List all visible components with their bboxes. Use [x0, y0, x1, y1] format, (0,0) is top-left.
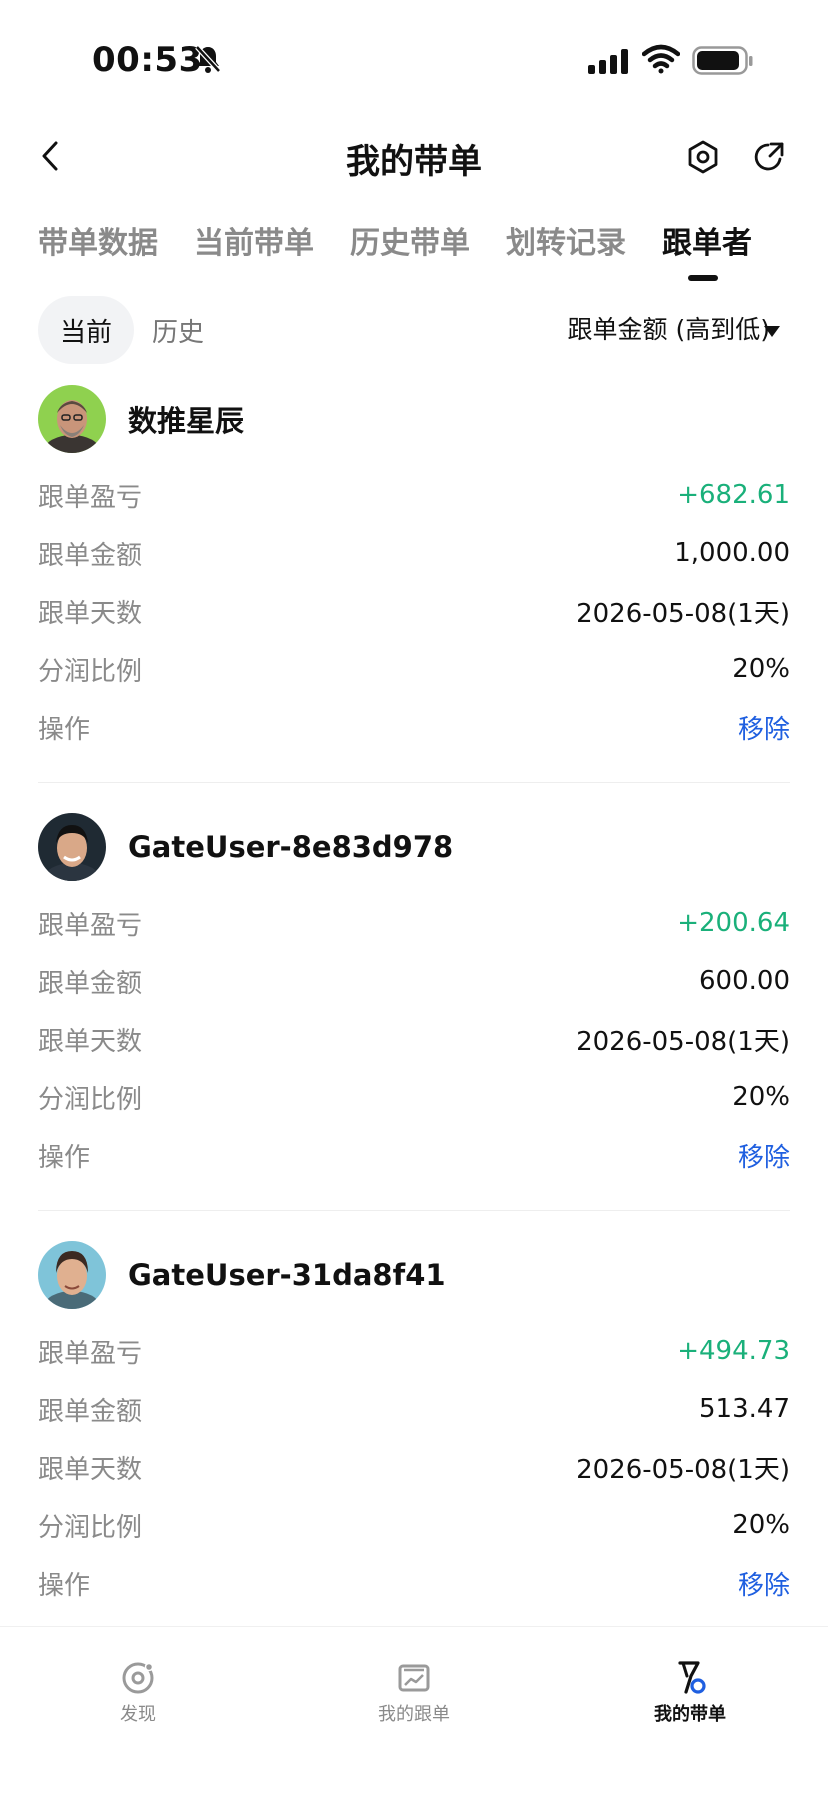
- profit-share-label: 分润比例: [38, 1512, 143, 1543]
- pnl-row: 跟单盈亏 +200.64: [38, 894, 790, 952]
- tab-history-lead[interactable]: 历史带单: [350, 218, 470, 262]
- pnl-row: 跟单盈亏 +494.73: [38, 1322, 790, 1380]
- action-row: 操作 移除: [38, 1126, 790, 1184]
- amount-row: 跟单金额 600.00: [38, 952, 790, 1010]
- pnl-value: +494.73: [677, 1336, 790, 1366]
- follower-card: GateUser-31da8f41 跟单盈亏 +494.73 跟单金额 513.…: [38, 1240, 790, 1612]
- filter-current-button[interactable]: 当前: [38, 296, 134, 364]
- days-label: 跟单天数: [38, 1454, 143, 1485]
- settings-icon[interactable]: [686, 140, 720, 174]
- amount-value: 513.47: [699, 1394, 790, 1424]
- sort-dropdown[interactable]: 跟单金额 (高到低): [568, 310, 770, 346]
- action-label: 操作: [38, 714, 91, 745]
- days-value: 2026-05-08(1天): [576, 1026, 790, 1057]
- filter-history-button[interactable]: 历史: [152, 296, 204, 364]
- profit-share-row: 分润比例 20%: [38, 1068, 790, 1126]
- remove-button[interactable]: 移除: [738, 1137, 790, 1174]
- lead-icon: [678, 1661, 706, 1694]
- amount-row: 跟单金额 513.47: [38, 1380, 790, 1438]
- share-icon[interactable]: [752, 140, 786, 174]
- pnl-value: +682.61: [677, 480, 790, 510]
- card-divider: [38, 1210, 790, 1211]
- cellular-signal-icon: [588, 48, 628, 74]
- nav-my-lead[interactable]: 我的带单: [590, 1660, 790, 1726]
- wifi-icon: [642, 44, 680, 74]
- amount-value: 600.00: [699, 966, 790, 996]
- remove-button[interactable]: 移除: [738, 709, 790, 746]
- pnl-label: 跟单盈亏: [38, 1338, 143, 1369]
- days-label: 跟单天数: [38, 598, 143, 629]
- battery-icon: [692, 46, 753, 75]
- action-label: 操作: [38, 1570, 91, 1601]
- tab-transfer-records[interactable]: 划转记录: [506, 218, 626, 262]
- profit-share-row: 分润比例 20%: [38, 1496, 790, 1554]
- bell-muted-icon: [195, 45, 221, 73]
- days-row: 跟单天数 2026-05-08(1天): [38, 1438, 790, 1496]
- profit-share-label: 分润比例: [38, 656, 143, 687]
- amount-label: 跟单金额: [38, 540, 143, 571]
- follower-name: GateUser-8e83d978: [128, 830, 454, 864]
- pnl-value: +200.64: [677, 908, 790, 938]
- caret-down-icon[interactable]: [764, 326, 780, 337]
- action-label: 操作: [38, 1142, 91, 1173]
- avatar: [38, 1241, 106, 1309]
- profit-share-label: 分润比例: [38, 1084, 143, 1115]
- nav-discover[interactable]: 发现: [38, 1660, 238, 1726]
- pnl-row: 跟单盈亏 +682.61: [38, 466, 790, 524]
- avatar: [38, 385, 106, 453]
- avatar: [38, 813, 106, 881]
- nav-my-lead-label: 我的带单: [654, 1704, 726, 1725]
- chart-icon: [398, 1664, 430, 1692]
- days-value: 2026-05-08(1天): [576, 598, 790, 629]
- status-time: 00:53: [92, 40, 203, 80]
- follower-card: 数推星辰 跟单盈亏 +682.61 跟单金额 1,000.00 跟单天数 202…: [38, 384, 790, 783]
- remove-button[interactable]: 移除: [738, 1565, 790, 1602]
- action-row: 操作 移除: [38, 1554, 790, 1612]
- sort-label: 跟单金额 (高到低): [567, 315, 770, 344]
- profit-share-row: 分润比例 20%: [38, 640, 790, 698]
- days-value: 2026-05-08(1天): [576, 1454, 790, 1485]
- nav-my-copy-label: 我的跟单: [378, 1704, 450, 1725]
- tab-lead-data[interactable]: 带单数据: [38, 218, 158, 262]
- nav-my-copy[interactable]: 我的跟单: [314, 1660, 514, 1726]
- amount-row: 跟单金额 1,000.00: [38, 524, 790, 582]
- days-row: 跟单天数 2026-05-08(1天): [38, 1010, 790, 1068]
- active-tab-indicator: [688, 275, 718, 281]
- action-row: 操作 移除: [38, 698, 790, 756]
- tab-bar: 带单数据 当前带单 历史带单 划转记录 跟单者: [38, 218, 788, 262]
- follower-name: 数推星辰: [128, 404, 245, 438]
- amount-label: 跟单金额: [38, 1396, 143, 1427]
- profit-share-value: 20%: [732, 654, 790, 684]
- card-divider: [38, 782, 790, 783]
- pnl-label: 跟单盈亏: [38, 910, 143, 941]
- follower-card: GateUser-8e83d978 跟单盈亏 +200.64 跟单金额 600.…: [38, 812, 790, 1211]
- pnl-label: 跟单盈亏: [38, 482, 143, 513]
- nav-discover-label: 发现: [120, 1704, 156, 1725]
- days-label: 跟单天数: [38, 1026, 143, 1057]
- discover-icon: [122, 1662, 154, 1694]
- tab-followers[interactable]: 跟单者: [662, 218, 752, 262]
- days-row: 跟单天数 2026-05-08(1天): [38, 582, 790, 640]
- tab-current-lead[interactable]: 当前带单: [194, 218, 314, 262]
- amount-label: 跟单金额: [38, 968, 143, 999]
- amount-value: 1,000.00: [674, 538, 790, 568]
- profit-share-value: 20%: [732, 1510, 790, 1540]
- profit-share-value: 20%: [732, 1082, 790, 1112]
- follower-name: GateUser-31da8f41: [128, 1258, 446, 1292]
